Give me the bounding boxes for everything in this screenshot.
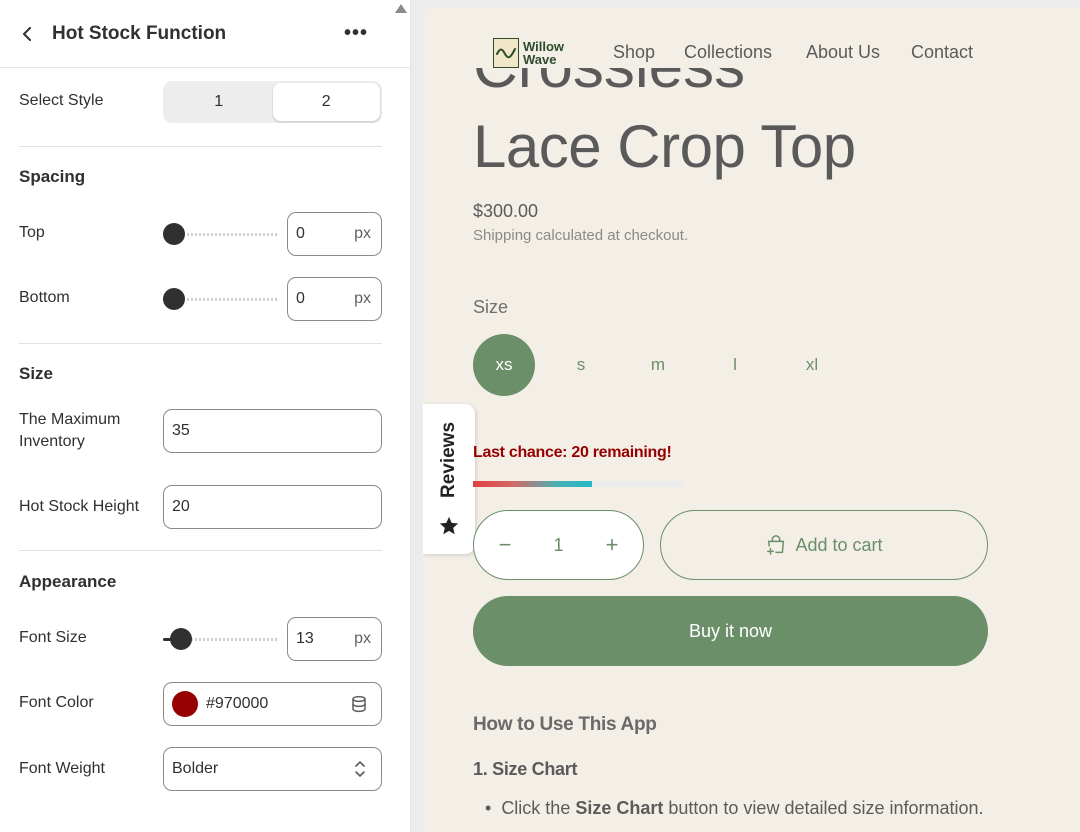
logo-line-2: Wave	[523, 52, 557, 67]
hot-stock-progress-bar	[473, 481, 682, 487]
quantity-input[interactable]	[543, 534, 574, 556]
quantity-decrease-button[interactable]: −	[494, 532, 516, 558]
spacing-section-title: Spacing	[19, 167, 86, 186]
font-weight-value[interactable]: Bolder	[172, 760, 351, 778]
list-item: • Click the Size Chart button to view de…	[485, 798, 984, 818]
reviews-tab-label: Reviews	[438, 421, 459, 499]
store-preview: Willow Wave Shop Collections About Us Co…	[423, 8, 1080, 832]
product-title-prev-line: Crossless	[473, 68, 745, 104]
font-size-input: px	[287, 617, 382, 661]
style-option-2[interactable]: 2	[272, 83, 380, 121]
font-weight-select[interactable]: Bolder	[163, 747, 382, 791]
spacing-bottom-input: px	[287, 277, 382, 321]
spacing-bottom-value[interactable]	[296, 290, 346, 308]
size-option-xl[interactable]: xl	[781, 334, 843, 396]
panel-title: Hot Stock Function	[52, 22, 227, 44]
cart-plus-icon	[765, 534, 787, 556]
panel-header: Hot Stock Function •••	[0, 0, 410, 68]
slider-thumb[interactable]	[163, 288, 185, 310]
size-section-title: Size	[19, 364, 54, 383]
size-option-s[interactable]: s	[550, 334, 612, 396]
font-color-hex[interactable]: #970000	[206, 695, 349, 713]
hot-stock-height-value[interactable]	[172, 498, 373, 516]
store-logo[interactable]: Willow Wave	[493, 38, 564, 68]
slider-thumb[interactable]	[163, 223, 185, 245]
how-to-title: How to Use This App	[473, 714, 657, 735]
scroll-up-arrow-icon[interactable]	[394, 2, 408, 14]
appearance-section-title: Appearance	[19, 572, 117, 591]
max-inventory-value[interactable]	[172, 422, 373, 440]
unit-label: px	[354, 290, 371, 307]
size-chart-emphasis: Size Chart	[575, 798, 664, 818]
hot-stock-height-input	[163, 485, 382, 529]
database-icon[interactable]	[349, 694, 369, 714]
reviews-tab[interactable]: Reviews	[423, 404, 475, 554]
unit-label: px	[354, 630, 371, 647]
logo-wave-icon	[493, 38, 519, 68]
hot-stock-progress-fill	[473, 481, 593, 487]
product-price: $300.00	[473, 201, 539, 221]
settings-panel: Hot Stock Function ••• Select Style 1 2 …	[0, 0, 411, 832]
buy-now-button[interactable]: Buy it now	[473, 596, 988, 666]
divider	[19, 343, 382, 344]
nav-contact[interactable]: Contact	[911, 42, 973, 63]
spacing-top-slider[interactable]	[163, 223, 277, 245]
more-options-icon[interactable]: •••	[344, 22, 368, 45]
quantity-increase-button[interactable]: +	[601, 532, 623, 558]
font-color-picker[interactable]: #970000	[163, 682, 382, 726]
font-color-label: Font Color	[19, 694, 94, 711]
style-option-1[interactable]: 1	[165, 83, 273, 121]
hot-stock-height-label: Hot Stock Height	[19, 498, 140, 515]
hot-stock-message: Last chance: 20 remaining!	[473, 444, 672, 461]
font-size-value[interactable]	[296, 630, 346, 648]
spacing-top-label: Top	[19, 224, 45, 241]
unit-label: px	[354, 225, 371, 242]
max-inventory-input	[163, 409, 382, 453]
color-swatch[interactable]	[172, 691, 198, 717]
divider	[19, 146, 382, 147]
spacing-top-input: px	[287, 212, 382, 256]
spacing-bottom-label: Bottom	[19, 289, 70, 306]
back-chevron-icon[interactable]	[20, 26, 34, 41]
nav-about-us[interactable]: About Us	[806, 42, 880, 63]
quantity-stepper: − +	[473, 510, 644, 580]
star-icon	[438, 515, 460, 537]
font-size-label: Font Size	[19, 629, 87, 646]
size-option-m[interactable]: m	[627, 334, 689, 396]
spacing-top-value[interactable]	[296, 225, 346, 243]
size-label: Size	[473, 297, 509, 317]
font-size-slider[interactable]	[163, 628, 277, 650]
spacing-bottom-slider[interactable]	[163, 288, 277, 310]
divider	[19, 550, 382, 551]
nav-collections[interactable]: Collections	[684, 42, 772, 63]
nav-shop[interactable]: Shop	[613, 42, 655, 63]
size-option-xs[interactable]: xs	[473, 334, 535, 396]
size-option-l[interactable]: l	[704, 334, 766, 396]
add-to-cart-label: Add to cart	[795, 534, 883, 555]
shipping-note: Shipping calculated at checkout.	[473, 227, 689, 244]
font-weight-label: Font Weight	[19, 760, 105, 777]
style-segmented-control: 1 2	[163, 81, 382, 123]
slider-thumb[interactable]	[170, 628, 193, 650]
max-inventory-label: The Maximum Inventory	[19, 411, 121, 450]
select-updown-icon	[351, 760, 369, 778]
product-title: Lace Crop Top	[473, 113, 856, 180]
add-to-cart-button[interactable]: Add to cart	[660, 510, 988, 580]
step-size-chart-title: 1. Size Chart	[473, 759, 578, 779]
select-style-label: Select Style	[19, 92, 104, 109]
